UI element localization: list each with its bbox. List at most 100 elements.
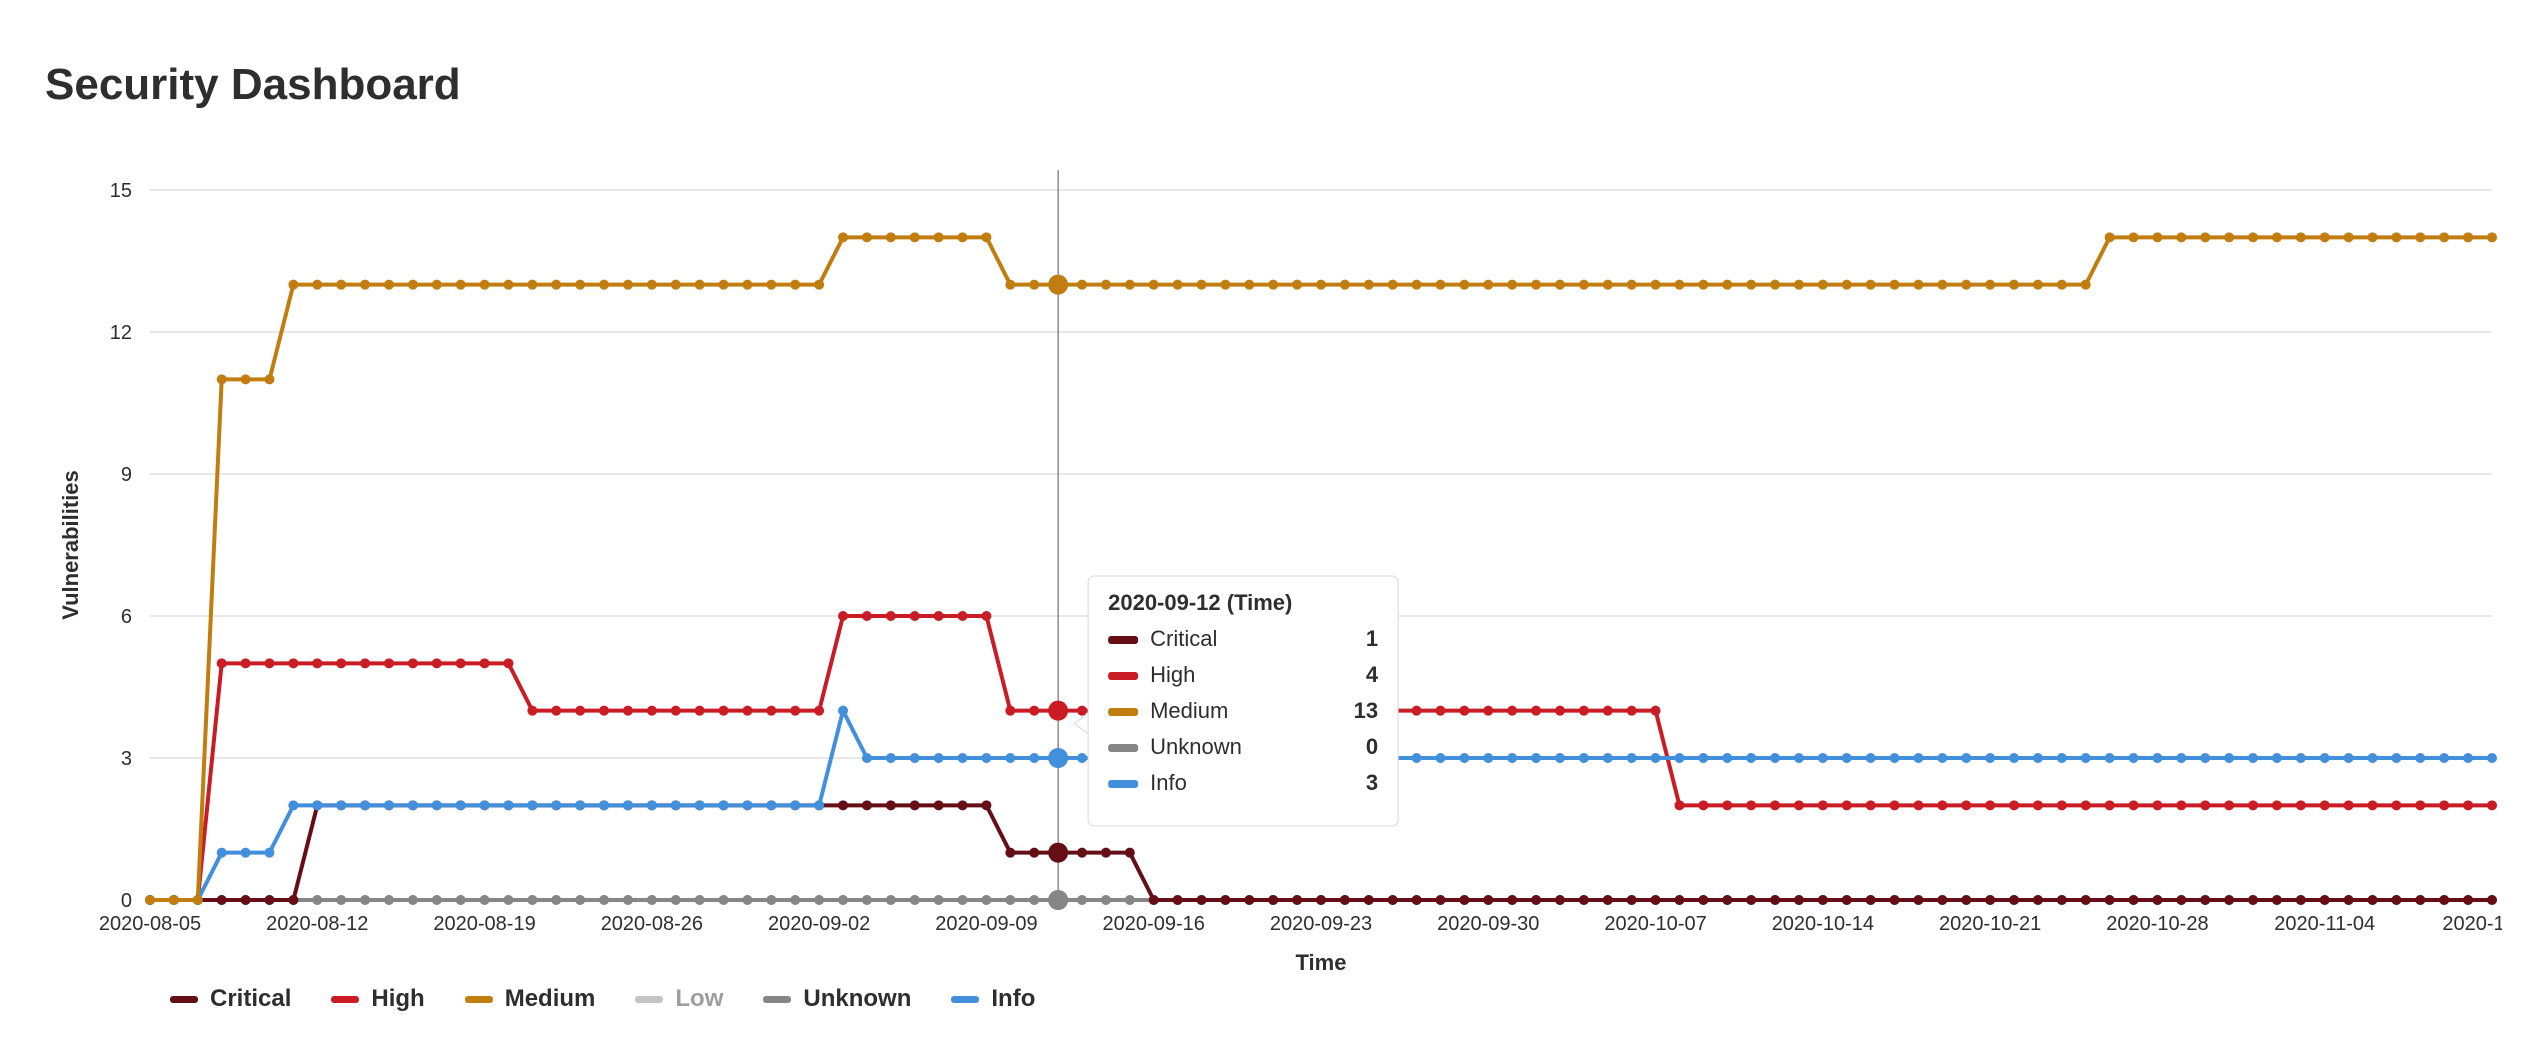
series-dot[interactable] xyxy=(1005,753,1015,763)
series-dot[interactable] xyxy=(480,658,490,668)
series-dot[interactable] xyxy=(432,280,442,290)
series-dot[interactable] xyxy=(312,280,322,290)
series-dot[interactable] xyxy=(384,895,394,905)
series-dot[interactable] xyxy=(264,374,274,384)
series-dot[interactable] xyxy=(1818,753,1828,763)
series-dot[interactable] xyxy=(288,895,298,905)
series-dot[interactable] xyxy=(2439,232,2449,242)
series-dot[interactable] xyxy=(981,753,991,763)
series-dot[interactable] xyxy=(2344,753,2354,763)
series-dot[interactable] xyxy=(1985,800,1995,810)
series-dot[interactable] xyxy=(2391,753,2401,763)
series-dot[interactable] xyxy=(695,895,705,905)
series-dot[interactable] xyxy=(1077,706,1087,716)
series-dot[interactable] xyxy=(1770,895,1780,905)
series-dot[interactable] xyxy=(695,800,705,810)
legend-item-low[interactable]: Low xyxy=(635,985,723,1013)
series-dot[interactable] xyxy=(1483,895,1493,905)
series-dot[interactable] xyxy=(1698,753,1708,763)
series-dot[interactable] xyxy=(217,895,227,905)
series-dot[interactable] xyxy=(2081,800,2091,810)
series-dot[interactable] xyxy=(2320,800,2330,810)
series-dot[interactable] xyxy=(1555,753,1565,763)
series-dot[interactable] xyxy=(384,658,394,668)
series-dot[interactable] xyxy=(1794,800,1804,810)
series-dot[interactable] xyxy=(2200,753,2210,763)
series-dot[interactable] xyxy=(2009,753,2019,763)
series-dot[interactable] xyxy=(1674,800,1684,810)
series-dot[interactable] xyxy=(1048,701,1068,721)
series-dot[interactable] xyxy=(169,895,179,905)
series-dot[interactable] xyxy=(1125,895,1135,905)
series-dot[interactable] xyxy=(981,895,991,905)
series-dot[interactable] xyxy=(456,895,466,905)
series-dot[interactable] xyxy=(1268,895,1278,905)
series-dot[interactable] xyxy=(1364,280,1374,290)
series-dot[interactable] xyxy=(1866,753,1876,763)
series-dot[interactable] xyxy=(217,848,227,858)
series-dot[interactable] xyxy=(1579,706,1589,716)
series-dot[interactable] xyxy=(790,800,800,810)
series-dot[interactable] xyxy=(1244,280,1254,290)
series-dot[interactable] xyxy=(719,280,729,290)
series-dot[interactable] xyxy=(742,706,752,716)
series-dot[interactable] xyxy=(1674,753,1684,763)
series-dot[interactable] xyxy=(766,280,776,290)
series-dot[interactable] xyxy=(862,611,872,621)
series-dot[interactable] xyxy=(2248,895,2258,905)
series-dot[interactable] xyxy=(1746,800,1756,810)
series-dot[interactable] xyxy=(1603,280,1613,290)
series-dot[interactable] xyxy=(766,706,776,716)
series-dot[interactable] xyxy=(1435,753,1445,763)
series-dot[interactable] xyxy=(336,658,346,668)
series-dot[interactable] xyxy=(2272,232,2282,242)
series-dot[interactable] xyxy=(408,658,418,668)
series-dot[interactable] xyxy=(981,800,991,810)
series-dot[interactable] xyxy=(958,232,968,242)
series-dot[interactable] xyxy=(2009,800,2019,810)
series-dot[interactable] xyxy=(1579,753,1589,763)
series-dot[interactable] xyxy=(1722,280,1732,290)
series-dot[interactable] xyxy=(981,232,991,242)
legend-item-high[interactable]: High xyxy=(331,985,424,1013)
series-dot[interactable] xyxy=(1770,753,1780,763)
series-dot[interactable] xyxy=(814,895,824,905)
series-dot[interactable] xyxy=(1459,280,1469,290)
series-dot[interactable] xyxy=(742,895,752,905)
series-dot[interactable] xyxy=(1985,280,1995,290)
series-dot[interactable] xyxy=(1340,280,1350,290)
series-dot[interactable] xyxy=(2033,280,2043,290)
series-dot[interactable] xyxy=(1842,800,1852,810)
legend-item-info[interactable]: Info xyxy=(951,985,1035,1013)
series-dot[interactable] xyxy=(1388,895,1398,905)
series-dot[interactable] xyxy=(480,280,490,290)
series-dot[interactable] xyxy=(1890,280,1900,290)
series-dot[interactable] xyxy=(1627,280,1637,290)
series-dot[interactable] xyxy=(1388,280,1398,290)
series-dot[interactable] xyxy=(1866,895,1876,905)
series-dot[interactable] xyxy=(2248,753,2258,763)
series-dot[interactable] xyxy=(2391,895,2401,905)
series-dot[interactable] xyxy=(1316,895,1326,905)
series-dot[interactable] xyxy=(934,895,944,905)
series-dot[interactable] xyxy=(1483,706,1493,716)
chart-svg[interactable]: 036912152020-08-052020-08-122020-08-1920… xyxy=(50,160,2502,1030)
series-dot[interactable] xyxy=(1651,280,1661,290)
series-dot[interactable] xyxy=(1913,280,1923,290)
series-dot[interactable] xyxy=(790,706,800,716)
series-dot[interactable] xyxy=(312,800,322,810)
series-dot[interactable] xyxy=(2200,895,2210,905)
series-dot[interactable] xyxy=(2368,232,2378,242)
series-dot[interactable] xyxy=(1722,753,1732,763)
series-dot[interactable] xyxy=(1985,895,1995,905)
series-dot[interactable] xyxy=(1507,706,1517,716)
series-dot[interactable] xyxy=(2129,753,2139,763)
series-dot[interactable] xyxy=(1627,753,1637,763)
series-dot[interactable] xyxy=(934,753,944,763)
series-dot[interactable] xyxy=(1937,280,1947,290)
series-dot[interactable] xyxy=(671,800,681,810)
series-dot[interactable] xyxy=(1340,895,1350,905)
series-dot[interactable] xyxy=(2105,895,2115,905)
series-dot[interactable] xyxy=(2439,800,2449,810)
series-dot[interactable] xyxy=(1029,280,1039,290)
